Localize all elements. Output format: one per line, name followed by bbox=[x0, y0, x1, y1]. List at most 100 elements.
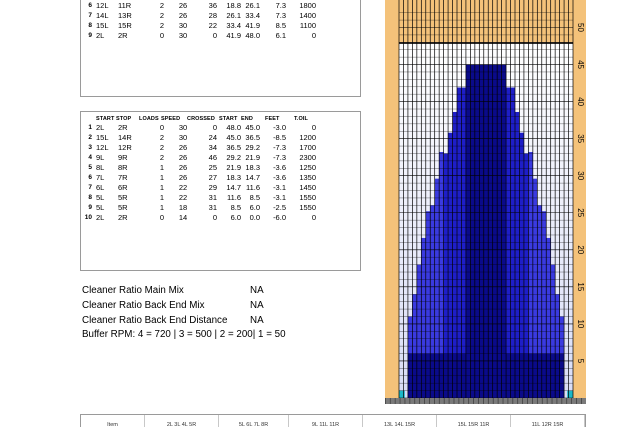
cell-loads: 1 bbox=[159, 183, 165, 192]
cell-n: 10 bbox=[84, 214, 92, 221]
summary-header-cell: 9L 11L 11R bbox=[289, 415, 363, 427]
cell-start-val: 6.0 bbox=[230, 213, 241, 222]
oil-pattern-graph: 5 10 15 20 25 30 35 40 45 50 bbox=[385, 0, 586, 404]
cell-start: 12L bbox=[96, 143, 109, 152]
cell-feet: -3.6 bbox=[273, 163, 286, 172]
cell-speed: 26 bbox=[178, 153, 188, 162]
scale-tick bbox=[532, 398, 533, 404]
cell-crossed: 28 bbox=[208, 11, 217, 20]
cell-feet: 6.1 bbox=[275, 31, 286, 40]
y-tick-label: 40 bbox=[576, 97, 585, 106]
cell-loads: 1 bbox=[159, 163, 165, 172]
cell-loads: 2 bbox=[159, 143, 165, 152]
scale-tick bbox=[419, 398, 421, 404]
scale-tick bbox=[527, 398, 528, 404]
cell-start: 8L bbox=[96, 163, 105, 172]
cell-start: 14L bbox=[96, 11, 109, 20]
cell-end-val: 33.4 bbox=[245, 11, 260, 20]
table-row: 6 7L 7R 1 26 27 18.3 14.7 -3.6 1350 bbox=[81, 173, 360, 183]
scale-tick bbox=[492, 398, 494, 404]
cell-feet: 7.3 bbox=[275, 1, 286, 10]
cell-end-val: 0.0 bbox=[249, 213, 260, 222]
cell-speed: 30 bbox=[178, 21, 188, 30]
cell-start: 2L bbox=[96, 31, 105, 40]
y-tick-label: 50 bbox=[576, 23, 585, 32]
cell-tdil: 1450 bbox=[299, 183, 316, 192]
cell-feet: -8.5 bbox=[273, 133, 286, 142]
summary-header-cell: 11L 12R 15R bbox=[511, 415, 585, 427]
summary-header-cell: 13L 14L 15R bbox=[363, 415, 437, 427]
cell-start: 5L bbox=[96, 193, 105, 202]
cell-n: 6 bbox=[88, 174, 92, 181]
cell-start-val: 8.5 bbox=[230, 203, 241, 212]
cell-end-val: 11.6 bbox=[245, 183, 260, 192]
scale-tick bbox=[458, 398, 460, 404]
table-row: 3 12L 12R 2 26 34 36.5 29.2 -7.3 1700 bbox=[81, 143, 360, 153]
oil-column bbox=[465, 64, 471, 399]
cell-stop: 5R bbox=[118, 203, 128, 212]
cell-start-val: 14.7 bbox=[226, 183, 241, 192]
oil-column bbox=[483, 64, 489, 399]
cell-tdil: 1400 bbox=[299, 11, 316, 20]
cell-n: 1 bbox=[88, 124, 92, 131]
scale-tick bbox=[394, 398, 396, 404]
cell-stop: 14R bbox=[118, 133, 132, 142]
cell-tdil: 0 bbox=[311, 123, 316, 132]
cell-start: 5L bbox=[96, 203, 105, 212]
cell-tdil: 1700 bbox=[299, 143, 316, 152]
cell-loads: 2 bbox=[159, 21, 165, 30]
scale-tick bbox=[468, 398, 470, 404]
table-header-row: START STOP LOADS SPEED CROSSED START END… bbox=[81, 113, 360, 123]
cell-start: 7L bbox=[96, 173, 105, 182]
cell-speed: 14 bbox=[178, 213, 188, 222]
back-end-mix-label: Cleaner Ratio Back End Mix bbox=[82, 300, 205, 311]
cell-stop: 9R bbox=[118, 153, 128, 162]
cell-loads: 1 bbox=[159, 173, 165, 182]
scale-tick bbox=[429, 398, 430, 404]
cell-start-val: 26.1 bbox=[226, 11, 241, 20]
cell-tdil: 2300 bbox=[299, 153, 316, 162]
scale-tick bbox=[389, 398, 391, 404]
cell-stop: 12R bbox=[118, 143, 132, 152]
cell-speed: 26 bbox=[178, 163, 188, 172]
cell-crossed: 0 bbox=[212, 213, 217, 222]
cell-feet: -3.1 bbox=[273, 193, 286, 202]
cell-start: 2L bbox=[96, 123, 105, 132]
cell-stop: 15R bbox=[118, 21, 132, 30]
cell-crossed: 0 bbox=[212, 123, 217, 132]
scale-tick bbox=[448, 398, 450, 404]
table-row: 4 9L 9R 2 26 46 29.2 21.9 -7.3 2300 bbox=[81, 153, 360, 163]
cell-feet: -3.1 bbox=[273, 183, 286, 192]
cell-end-val: 45.0 bbox=[245, 123, 260, 132]
cell-loads: 2 bbox=[159, 11, 165, 20]
y-tick-label: 45 bbox=[576, 60, 585, 69]
cell-tdil: 1350 bbox=[299, 173, 316, 182]
scale-tick bbox=[551, 398, 553, 404]
cell-stop: 5R bbox=[118, 193, 128, 202]
cell-start: 15L bbox=[96, 21, 109, 30]
cell-end-val: 26.1 bbox=[245, 1, 260, 10]
cell-end-val: 6.0 bbox=[249, 203, 260, 212]
cell-crossed: 34 bbox=[208, 143, 217, 152]
cell-start: 6L bbox=[96, 183, 105, 192]
cell-stop: 13R bbox=[118, 11, 132, 20]
cell-end-val: 48.0 bbox=[245, 31, 260, 40]
cell-stop: 2R bbox=[118, 31, 128, 40]
scale-tick bbox=[409, 398, 411, 404]
cell-tdil: 1250 bbox=[299, 163, 316, 172]
scale-tick bbox=[512, 398, 514, 404]
scale-tick bbox=[443, 398, 445, 404]
oil-column bbox=[501, 64, 507, 399]
table-row: 1 2L 2R 0 30 0 48.0 45.0 -3.0 0 bbox=[81, 123, 360, 133]
scale-tick bbox=[424, 398, 425, 404]
cell-n: 9 bbox=[88, 32, 92, 39]
y-tick-label: 20 bbox=[576, 245, 585, 254]
scale-tick bbox=[541, 398, 543, 404]
pattern-end-line bbox=[399, 42, 573, 44]
summary-header-cell: 15L 15R 11R bbox=[437, 415, 511, 427]
y-tick-label: 25 bbox=[576, 208, 585, 217]
summary-header-cell: 2L 3L 4L 5R bbox=[145, 415, 219, 427]
y-tick-label: 5 bbox=[576, 359, 585, 364]
back-end-distance-label: Cleaner Ratio Back End Distance bbox=[82, 315, 228, 326]
cell-n: 7 bbox=[88, 12, 92, 19]
